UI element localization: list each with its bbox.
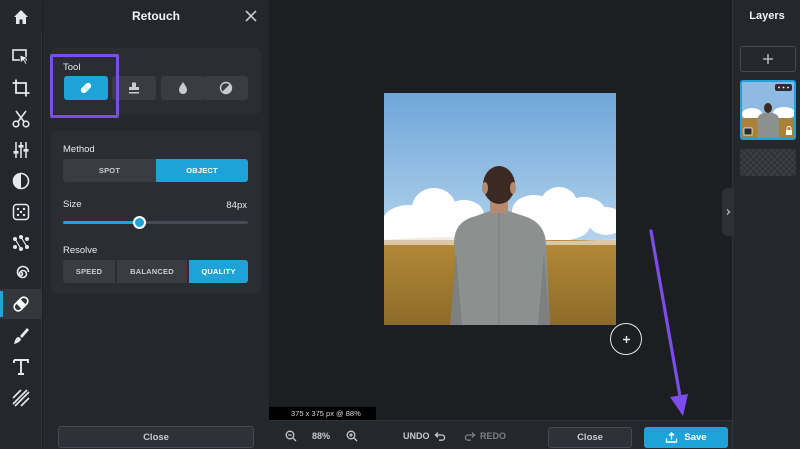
half-circle-icon[interactable] [0, 166, 42, 196]
upload-icon [666, 432, 678, 443]
plus-icon [622, 335, 630, 343]
home-icon[interactable] [0, 2, 42, 32]
adjust-sliders-icon[interactable] [0, 135, 42, 165]
drop-icon [179, 82, 187, 94]
add-layer-button[interactable] [740, 46, 796, 72]
photo-image[interactable] [384, 93, 616, 325]
redo-button[interactable]: REDO [464, 421, 506, 449]
size-label: Size [63, 199, 82, 210]
resolve-option-quality[interactable]: QUALITY [189, 260, 248, 283]
photo-editor: Retouch Tool Method Size Resolve SPOT OB… [0, 0, 800, 449]
resolve-segmented: SPEED BALANCED QUALITY [63, 260, 248, 283]
undo-label: UNDO [403, 430, 430, 441]
save-label: Save [684, 432, 707, 443]
resolve-option-speed[interactable]: SPEED [63, 260, 115, 283]
method-label: Method [63, 144, 95, 155]
nodes-icon[interactable] [0, 228, 42, 258]
dimension-label: 375 x 375 px @ 88% [269, 407, 376, 420]
layers-panel: Layers [732, 0, 800, 449]
hatch-icon[interactable] [0, 383, 42, 413]
crop-icon[interactable] [0, 73, 42, 103]
undo-icon [434, 431, 445, 441]
dots-grid-icon[interactable] [0, 197, 42, 227]
zoom-out-button[interactable] [285, 421, 297, 449]
zoom-in-button[interactable] [346, 421, 358, 449]
zoom-in-icon [346, 430, 358, 441]
resolve-option-balanced[interactable]: BALANCED [117, 260, 187, 283]
tool-drop-button[interactable] [161, 76, 205, 100]
tool-highlight-box [50, 54, 119, 118]
collapse-layers-tab[interactable] [722, 188, 734, 236]
zoom-out-icon [285, 430, 297, 441]
bottom-bar: 88% UNDO REDO Close Save [269, 420, 732, 449]
brush-icon[interactable] [0, 321, 42, 351]
close-icon[interactable] [243, 8, 259, 24]
brush-cursor [610, 323, 642, 355]
redo-icon [464, 431, 476, 441]
contrast-icon [219, 81, 233, 95]
stamp-icon [129, 82, 139, 94]
text-icon[interactable] [0, 352, 42, 382]
layer-thumbnail[interactable] [740, 80, 796, 140]
close-button[interactable]: Close [548, 427, 632, 448]
method-option-spot[interactable]: SPOT [63, 159, 156, 182]
size-slider-handle[interactable] [132, 216, 146, 229]
plus-icon [763, 54, 773, 64]
save-button[interactable]: Save [644, 427, 728, 448]
layers-title: Layers [749, 10, 785, 22]
panel-close-button[interactable]: Close [58, 426, 254, 448]
bandage-icon[interactable] [0, 289, 42, 319]
scissors-icon[interactable] [0, 104, 42, 134]
zoom-value: 88% [312, 430, 331, 441]
size-value: 84px [226, 200, 247, 211]
method-segmented: SPOT OBJECT [63, 159, 248, 182]
redo-label: REDO [480, 430, 507, 441]
left-toolbar [0, 0, 42, 449]
spiral-icon[interactable] [0, 259, 42, 289]
canvas-area[interactable]: 375 x 375 px @ 88% [269, 0, 732, 420]
method-option-object[interactable]: OBJECT [156, 159, 248, 182]
size-slider[interactable] [63, 216, 248, 229]
panel-title: Retouch [132, 9, 180, 23]
tool-contrast-button[interactable] [204, 76, 248, 100]
undo-button[interactable]: UNDO [403, 421, 446, 449]
select-arrow-icon[interactable] [0, 42, 42, 72]
resolve-label: Resolve [63, 245, 98, 256]
size-slider-fill [63, 221, 139, 224]
layer-empty-slot[interactable] [740, 149, 796, 176]
chevron-right-icon [726, 209, 731, 215]
